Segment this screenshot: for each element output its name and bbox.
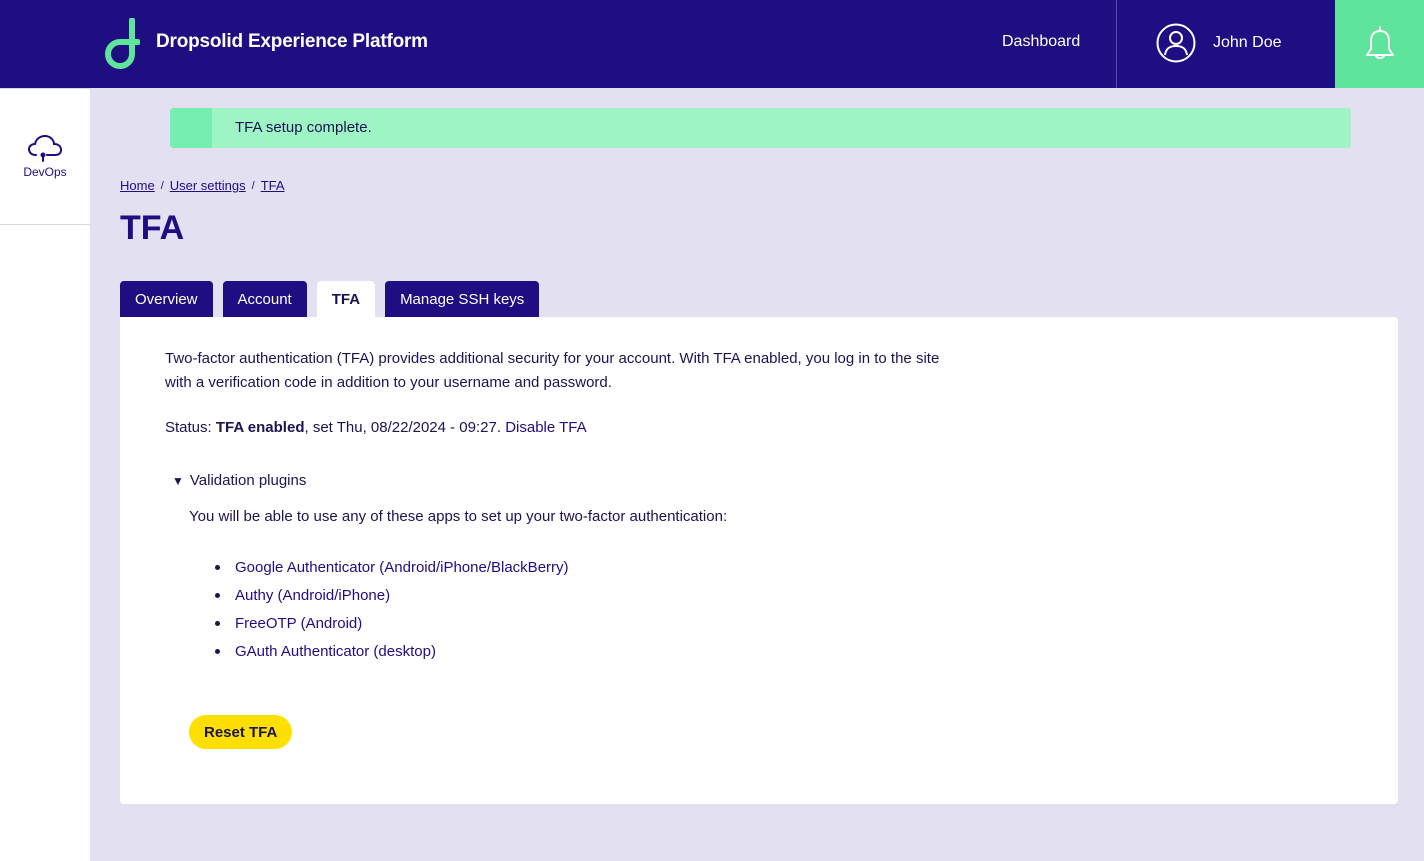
breadcrumb: Home / User settings / TFA bbox=[120, 178, 285, 193]
tfa-status: Status: TFA enabled, set Thu, 08/22/2024… bbox=[165, 419, 587, 436]
breadcrumb-separator: / bbox=[251, 179, 255, 192]
tfa-card: Two-factor authentication (TFA) provides… bbox=[120, 317, 1398, 804]
app-link-google-authenticator[interactable]: Google Authenticator (Android/iPhone/Bla… bbox=[235, 559, 569, 576]
tfa-description: Two-factor authentication (TFA) provides… bbox=[165, 350, 940, 391]
triangle-down-icon: ▼ bbox=[172, 473, 184, 488]
status-label: Status: bbox=[165, 419, 216, 436]
top-bar: Dropsolid Experience Platform Dashboard … bbox=[0, 0, 1424, 88]
list-item: Google Authenticator (Android/iPhone/Bla… bbox=[215, 553, 569, 581]
brand-name: Dropsolid Experience Platform bbox=[156, 31, 428, 52]
validation-plugins-label: Validation plugins bbox=[189, 472, 307, 489]
tab-tfa[interactable]: TFA bbox=[316, 281, 376, 317]
dropsolid-logo-icon[interactable] bbox=[104, 17, 141, 70]
app-link-gauth[interactable]: GAuth Authenticator (desktop) bbox=[235, 643, 436, 660]
tab-account[interactable]: Account bbox=[222, 281, 307, 317]
header-divider bbox=[1116, 0, 1117, 88]
status-message-text: TFA setup complete. bbox=[235, 119, 372, 136]
notifications-button[interactable] bbox=[1335, 0, 1424, 88]
bullet-icon bbox=[215, 592, 220, 598]
tab-manage-ssh-keys[interactable]: Manage SSH keys bbox=[385, 281, 540, 317]
user-name: John Doe bbox=[1213, 34, 1282, 51]
tab-overview[interactable]: Overview bbox=[120, 281, 213, 317]
status-message: TFA setup complete. bbox=[170, 108, 1351, 148]
status-set-date: , set Thu, 08/22/2024 - 09:27. bbox=[304, 419, 506, 436]
app-link-authy[interactable]: Authy (Android/iPhone) bbox=[235, 587, 390, 604]
tabs: Overview Account TFA Manage SSH keys bbox=[120, 281, 540, 317]
cloud-icon bbox=[27, 134, 63, 162]
app-link-freeotp[interactable]: FreeOTP (Android) bbox=[235, 615, 362, 632]
disable-tfa-link[interactable]: Disable TFA bbox=[505, 419, 586, 436]
sidebar-item-devops[interactable]: DevOps bbox=[0, 88, 90, 225]
bullet-icon bbox=[215, 564, 220, 570]
sidebar-item-label: DevOps bbox=[23, 165, 67, 179]
breadcrumb-separator: / bbox=[160, 179, 164, 192]
apps-intro: You will be able to use any of these app… bbox=[189, 508, 728, 525]
list-item: FreeOTP (Android) bbox=[215, 609, 569, 637]
list-item: GAuth Authenticator (desktop) bbox=[215, 637, 569, 665]
sidebar: DevOps bbox=[0, 88, 90, 861]
dashboard-link[interactable]: Dashboard bbox=[1002, 33, 1080, 51]
user-circle-icon bbox=[1156, 23, 1196, 63]
list-item: Authy (Android/iPhone) bbox=[215, 581, 569, 609]
bell-icon bbox=[1365, 26, 1394, 59]
page-title: TFA bbox=[120, 209, 185, 247]
reset-tfa-button[interactable]: Reset TFA bbox=[189, 715, 293, 749]
status-message-accent bbox=[170, 108, 212, 148]
breadcrumb-home[interactable]: Home bbox=[120, 178, 155, 193]
bullet-icon bbox=[215, 620, 220, 626]
user-menu[interactable]: John Doe bbox=[1156, 23, 1282, 63]
status-value: TFA enabled bbox=[215, 419, 305, 436]
breadcrumb-user-settings[interactable]: User settings bbox=[170, 178, 246, 193]
validation-plugins-toggle[interactable]: ▼ Validation plugins bbox=[172, 472, 306, 489]
breadcrumb-tfa[interactable]: TFA bbox=[261, 178, 285, 193]
bullet-icon bbox=[215, 648, 220, 654]
apps-list: Google Authenticator (Android/iPhone/Bla… bbox=[215, 553, 569, 665]
